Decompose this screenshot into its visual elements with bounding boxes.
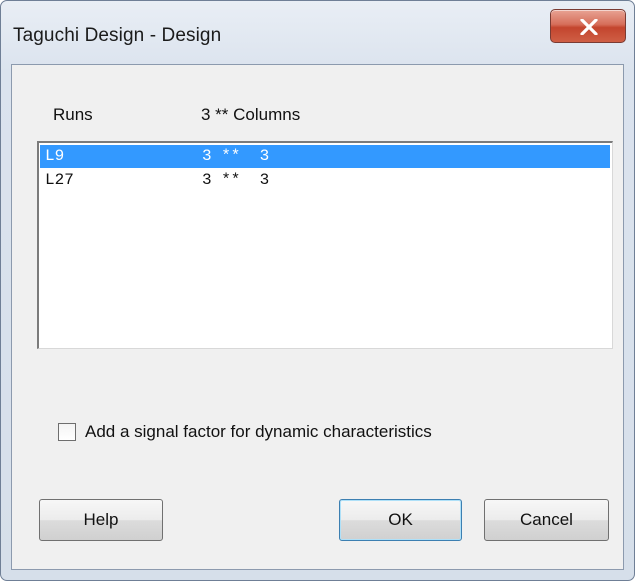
columns-column-header: 3 ** Columns (201, 105, 301, 124)
list-item-columns: 3 ** 3 (202, 147, 270, 165)
list-item-columns: 3 ** 3 (202, 171, 270, 189)
list-item-l27[interactable]: L27 3 ** 3 (40, 169, 610, 192)
list-item-l9[interactable]: L9 3 ** 3 (40, 145, 610, 168)
window-title: Taguchi Design - Design (13, 25, 222, 46)
runs-column-header: Runs (53, 105, 93, 124)
help-button[interactable]: Help (39, 499, 163, 541)
close-x-icon (580, 19, 598, 35)
ok-button[interactable]: OK (339, 499, 462, 541)
list-item-run: L27 (45, 171, 74, 189)
signal-factor-label[interactable]: Add a signal factor for dynamic characte… (85, 422, 432, 442)
signal-factor-checkbox[interactable] (58, 423, 76, 441)
design-listbox[interactable]: L9 3 ** 3 L27 3 ** 3 (37, 141, 613, 349)
list-item-run: L9 (45, 147, 65, 165)
cancel-button[interactable]: Cancel (484, 499, 609, 541)
close-button[interactable] (550, 9, 626, 43)
title-bar[interactable]: Taguchi Design - Design (1, 1, 634, 63)
taguchi-design-dialog: Taguchi Design - Design Runs 3 ** Column… (0, 0, 635, 581)
dialog-client-area: Runs 3 ** Columns L9 3 ** 3 L27 3 ** 3 A… (11, 64, 624, 570)
